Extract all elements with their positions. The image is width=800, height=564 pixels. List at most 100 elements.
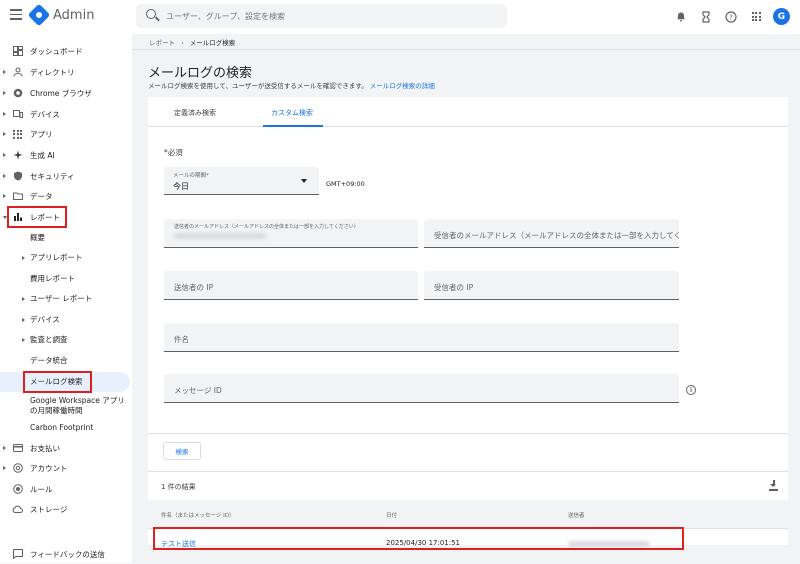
breadcrumb-current: メールログ検索	[189, 39, 236, 47]
app-name[interactable]: Admin	[53, 8, 94, 23]
highlight-box-result-row	[153, 527, 684, 550]
sidebar-item-rules[interactable]: ルール	[0, 479, 132, 499]
avatar[interactable]: G	[773, 8, 790, 25]
sender-email-field[interactable]: 送信者のメールアドレス（メールアドレスの全体または一部を入力してください）	[164, 219, 418, 248]
chevron-right-icon[interactable]	[22, 297, 25, 301]
recipient-ip-field[interactable]: 受信者の IP	[424, 271, 679, 300]
svg-text:?: ?	[729, 13, 733, 21]
search-card: 定義済み検索 カスタム検索 *必須 メールの期間* 今日 GMT+09:00 送…	[148, 97, 788, 550]
chevron-right-icon[interactable]	[3, 446, 6, 450]
sidebar-item-storage[interactable]: ストレージ	[0, 499, 132, 519]
divider	[132, 49, 800, 50]
sidebar-item-account[interactable]: アカウント	[0, 458, 132, 478]
email-period-select[interactable]: メールの期間* 今日	[164, 167, 319, 195]
divider	[148, 433, 788, 434]
sidebar-subitem-label: 監査と調査	[30, 335, 68, 344]
search-bar[interactable]	[136, 4, 507, 28]
sidebar-item-data[interactable]: データ	[0, 186, 132, 206]
divider	[148, 471, 788, 472]
sidebar-subitem-devices[interactable]: デバイス	[0, 310, 132, 330]
email-period-label: メールの期間*	[173, 173, 209, 179]
sidebar-item-devices[interactable]: デバイス	[0, 104, 132, 124]
sidebar-item-label: お支払い	[30, 443, 60, 453]
learn-more-link[interactable]: メールログ検索の詳細	[370, 82, 435, 90]
tab-bar: 定義済み検索 カスタム検索	[148, 97, 788, 127]
sidebar-subitem-audit[interactable]: 監査と調査	[0, 330, 132, 350]
sidebar-subitem-workspace-uptime[interactable]: Google Workspace アプリの月間稼働時間	[0, 394, 132, 418]
info-icon[interactable]: i	[686, 385, 696, 395]
menu-icon[interactable]	[10, 9, 22, 23]
chevron-right-icon[interactable]	[22, 338, 25, 342]
sidebar-subitem-carbon-footprint[interactable]: Carbon Footprint	[0, 418, 132, 438]
at-icon	[12, 463, 23, 474]
cloud-icon	[12, 504, 23, 515]
search-button[interactable]: 検索	[163, 442, 201, 460]
apps-grid-icon	[12, 129, 23, 140]
sidebar: ダッシュボード ディレクトリ Chrome ブラウザ デバイス アプリ 生成 A	[0, 34, 132, 563]
highlight-box-reports	[7, 206, 67, 228]
chevron-right-icon[interactable]	[3, 112, 6, 116]
subject-field[interactable]: 件名	[164, 323, 679, 352]
sidebar-item-dashboard[interactable]: ダッシュボード	[0, 41, 132, 61]
breadcrumb: レポート › メールログ検索	[149, 37, 235, 47]
breadcrumb-parent[interactable]: レポート	[149, 39, 175, 47]
sidebar-subitem-cost-reports[interactable]: 費用レポート	[0, 269, 132, 289]
chevron-right-icon[interactable]	[3, 194, 6, 198]
sidebar-subitem-user-reports[interactable]: ユーザー レポート	[0, 289, 132, 309]
sidebar-item-gen-ai[interactable]: 生成 AI	[0, 145, 132, 165]
sidebar-item-label: セキュリティ	[30, 171, 75, 181]
bell-icon[interactable]	[673, 9, 689, 25]
feedback-label: フィードバックの送信	[30, 549, 105, 559]
credit-card-icon	[12, 443, 23, 454]
chevron-right-icon[interactable]	[3, 174, 6, 178]
page-description-text: メールログ検索を使用して、ユーザーが送受信するメールを確認できます。	[148, 82, 368, 90]
sidebar-subitem-data-integration[interactable]: データ統合	[0, 351, 132, 371]
dashboard-icon	[12, 46, 23, 57]
recipient-ip-placeholder: 受信者の IP	[434, 283, 474, 292]
sidebar-item-security[interactable]: セキュリティ	[0, 166, 132, 186]
sender-ip-field[interactable]: 送信者の IP	[164, 271, 418, 300]
sidebar-item-label: アプリ	[30, 129, 53, 139]
chevron-right-icon[interactable]	[3, 91, 6, 95]
search-icon	[146, 9, 156, 19]
folder-icon	[12, 191, 23, 202]
recipient-email-field[interactable]: 受信者のメールアドレス（メールアドレスの全体または一部を入力してください）	[424, 219, 679, 248]
sidebar-subitem-label: アプリレポート	[30, 253, 83, 262]
sidebar-item-billing[interactable]: お支払い	[0, 438, 132, 458]
sidebar-subitem-label: デバイス	[30, 315, 60, 324]
message-id-field[interactable]: メッセージ ID	[164, 374, 679, 403]
feedback-link[interactable]: フィードバックの送信	[0, 544, 132, 564]
column-header-sender[interactable]: 送信者	[568, 511, 585, 519]
sidebar-subitem-overview[interactable]: 概要	[0, 228, 132, 248]
sidebar-item-apps[interactable]: アプリ	[0, 124, 132, 144]
sidebar-item-label: データ	[30, 191, 53, 201]
sidebar-subitem-label: Carbon Footprint	[30, 423, 94, 432]
tab-saved-search[interactable]: 定義済み検索	[174, 108, 216, 118]
recipient-email-placeholder: 受信者のメールアドレス（メールアドレスの全体または一部を入力してください）	[434, 231, 679, 240]
chevron-right-icon[interactable]	[22, 256, 25, 260]
sidebar-item-label: 生成 AI	[30, 150, 55, 160]
timezone-label: GMT+09:00	[326, 180, 365, 188]
chevron-right-icon[interactable]	[3, 70, 6, 74]
search-input[interactable]	[166, 4, 496, 28]
chevron-right-icon[interactable]	[3, 153, 6, 157]
person-icon	[12, 67, 23, 78]
tab-custom-search[interactable]: カスタム検索	[271, 108, 313, 118]
chevron-right-icon[interactable]	[3, 466, 6, 470]
table-header: 件名（またはメッセージ ID） 日付 送信者	[148, 500, 788, 529]
column-header-subject[interactable]: 件名（またはメッセージ ID）	[161, 511, 235, 519]
admin-logo-icon[interactable]	[27, 3, 51, 27]
devices-icon	[12, 109, 23, 120]
sidebar-item-directory[interactable]: ディレクトリ	[0, 62, 132, 82]
sidebar-subitem-label: 概要	[30, 233, 45, 242]
sidebar-subitem-app-reports[interactable]: アプリレポート	[0, 248, 132, 268]
help-icon[interactable]: ?	[723, 9, 739, 25]
chevron-right-icon[interactable]	[22, 318, 25, 322]
breadcrumb-separator: ›	[181, 39, 184, 47]
apps-launcher-icon[interactable]	[748, 9, 764, 25]
column-header-date[interactable]: 日付	[386, 511, 397, 519]
chevron-right-icon[interactable]	[3, 132, 6, 136]
sidebar-item-chrome[interactable]: Chrome ブラウザ	[0, 83, 132, 103]
hourglass-icon[interactable]	[698, 9, 714, 25]
results-count: 1 件の結果	[161, 483, 196, 491]
